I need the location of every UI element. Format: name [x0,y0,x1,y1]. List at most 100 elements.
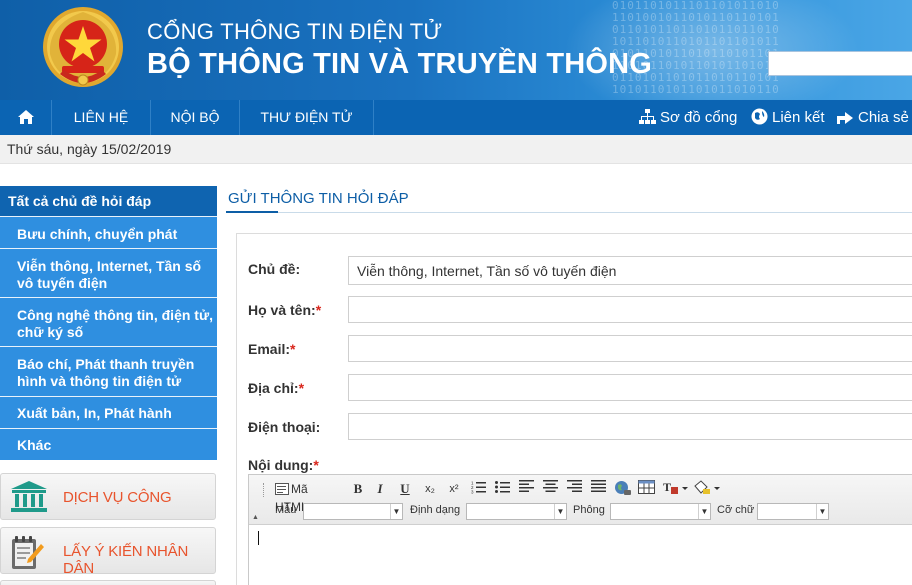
nav-item-lien-he[interactable]: LIÊN HỆ [52,100,150,135]
sidebar-item-label: Tất cả chủ đề hỏi đáp [8,193,152,209]
align-left-button[interactable] [518,480,534,498]
sidebar-item-label: Công nghệ thông tin, điện tử, chữ ký số [17,307,213,340]
current-date: Thứ sáu, ngày 15/02/2019 [7,141,172,157]
table-button[interactable] [637,480,655,498]
email-field[interactable] [348,335,912,362]
toolbar-collapse-button[interactable]: ▲ [251,513,260,522]
sidebar-item-label: Báo chí, Phát thanh truyền hình và thông… [17,356,195,389]
content-editor: Mã HTML B I U x₂ x² 1 2 3 T Mẫu ▼ Định d… [248,474,912,585]
chevron-down-icon: ▼ [698,504,710,519]
sidebar-item-label: Xuất bản, In, Phát hành [17,405,172,421]
sidebar-item-telecom[interactable]: Viễn thông, Internet, Tần số vô tuyến đi… [0,249,217,297]
sidebar-banner-partial [0,580,216,585]
address-field[interactable] [348,374,912,401]
portal-title-line2: BỘ THÔNG TIN VÀ TRUYỀN THÔNG [147,48,653,80]
globe-link-icon [614,481,631,495]
nav-home[interactable] [0,100,51,135]
email-label: Email:* [248,341,295,357]
main-nav: LIÊN HỆ NỘI BỘ THƯ ĐIỆN TỬ Sơ đồ cổng Li… [0,100,912,135]
bullet-list-icon [494,481,510,493]
sidebar-item-it[interactable]: Công nghệ thông tin, điện tử, chữ ký số [0,298,217,346]
subscript-button[interactable]: x₂ [422,480,438,498]
svg-text:T: T [663,480,671,494]
style-combo[interactable]: ▼ [303,503,403,520]
home-icon [17,110,34,124]
search-input[interactable] [768,51,912,76]
required-marker: * [298,380,305,396]
chevron-down-icon: ▼ [554,504,566,519]
link-button[interactable] [613,480,631,498]
section-underline-accent [226,211,278,213]
align-right-button[interactable] [566,480,582,498]
binary-decoration: 0101101011101101011010 11010010110101101… [612,0,780,96]
public-opinion-label: LẤY Ý KIẾN NHÂN DÂN [63,543,189,577]
content-label: Nội dung:* [248,457,319,473]
bullet-list-button[interactable] [494,480,510,498]
numbered-list-button[interactable]: 1 2 3 [470,480,486,498]
public-service-banner[interactable]: DỊCH VỤ CÔNG [0,473,216,520]
date-strip: Thứ sáu, ngày 15/02/2019 [0,135,912,164]
sidebar-item-press[interactable]: Báo chí, Phát thanh truyền hình và thông… [0,347,217,396]
editor-toolbar: Mã HTML B I U x₂ x² 1 2 3 T Mẫu ▼ Định d… [249,475,912,525]
portal-title-line1: CỔNG THÔNG TIN ĐIỆN TỬ [147,19,443,44]
justify-button[interactable] [590,480,606,498]
subject-label-text: Chủ đề: [248,261,301,277]
justify-icon [590,480,606,492]
toolbar-grip [263,483,266,497]
source-html-button[interactable]: Mã HTML [275,480,343,514]
name-label: Họ và tên:* [248,302,321,318]
editor-content-area[interactable] [249,526,912,585]
sitemap-icon [639,109,656,124]
name-label-text: Họ và tên: [248,302,316,318]
font-combo[interactable]: ▼ [610,503,711,520]
source-icon [275,483,289,495]
content-label-text: Nội dung: [248,457,314,473]
nav-share-label: Chia sẻ [858,109,909,126]
section-underline [226,212,912,213]
align-center-icon [542,480,558,492]
style-combo-label: Mẫu [275,504,297,516]
background-color-button[interactable] [692,480,720,498]
national-emblem-icon[interactable] [40,4,126,94]
required-marker: * [315,302,322,318]
bold-button[interactable]: B [350,480,366,498]
text-color-button[interactable]: T [662,480,688,498]
font-combo-label: Phông [573,504,605,516]
subject-field[interactable] [348,256,912,285]
table-icon [637,480,655,494]
chevron-down-icon: ▼ [390,504,402,519]
nav-item-thu-dien-tu[interactable]: THƯ ĐIỆN TỬ [240,100,373,135]
sidebar-item-label: Bưu chính, chuyển phát [17,226,178,242]
required-marker: * [313,457,319,473]
chevron-down-icon: ▼ [816,504,828,519]
name-field[interactable] [348,296,912,323]
superscript-button[interactable]: x² [446,480,462,498]
subject-label: Chủ đề: [248,261,300,277]
sidebar-item-other[interactable]: Khác [0,429,217,460]
nav-share-link[interactable]: Chia sẻ [836,100,909,135]
notepad-pen-icon [12,536,44,569]
italic-button[interactable]: I [373,480,387,498]
nav-separator [373,100,374,135]
nav-sitemap-link[interactable]: Sơ đồ cổng [639,100,737,135]
phone-field[interactable] [348,413,912,440]
sidebar-item-all-topics[interactable]: Tất cả chủ đề hỏi đáp [0,186,217,216]
format-combo[interactable]: ▼ [466,503,567,520]
nav-item-noi-bo[interactable]: NỘI BỘ [151,100,239,135]
format-combo-label: Định dạng [410,504,461,516]
public-building-icon [11,481,47,512]
public-opinion-banner[interactable]: LẤY Ý KIẾN NHÂN DÂN [0,527,216,577]
nav-links-link[interactable]: Liên kết [751,100,825,135]
sidebar-item-label: Viễn thông, Internet, Tần số vô tuyến đi… [17,258,202,291]
nav-links-label: Liên kết [772,109,825,126]
text-caret [258,531,259,545]
sidebar-item-publishing[interactable]: Xuất bản, In, Phát hành [0,397,217,428]
section-title: GỬI THÔNG TIN HỎI ĐÁP [228,190,409,207]
align-right-icon [566,480,582,492]
address-label-text: Địa chỉ: [248,380,299,396]
align-center-button[interactable] [542,480,558,498]
public-service-label: DỊCH VỤ CÔNG [63,489,172,506]
size-combo[interactable]: ▼ [757,503,829,520]
sidebar-item-postal[interactable]: Bưu chính, chuyển phát [0,217,217,248]
underline-button[interactable]: U [397,480,413,498]
